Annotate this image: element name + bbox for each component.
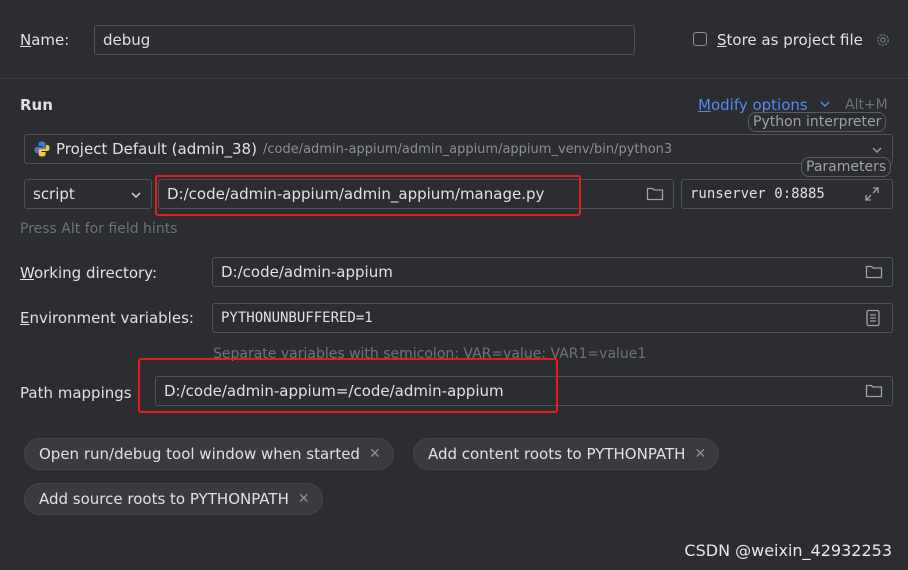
annotation-box-path-mappings [138, 358, 558, 413]
interpreter-name: Project Default (admin_38) [56, 140, 257, 158]
folder-icon[interactable] [865, 383, 883, 399]
folder-icon[interactable] [646, 186, 664, 202]
tooltip-python-interpreter: Python interpreter [748, 112, 887, 132]
python-icon [34, 141, 50, 157]
working-directory-input[interactable]: D:/code/admin-appium [212, 257, 893, 287]
run-section-title: Run [20, 96, 53, 114]
field-hints-text: Press Alt for field hints [20, 221, 178, 237]
option-chip-open-tool-window[interactable]: Open run/debug tool window when started ✕ [24, 438, 394, 470]
option-chip-add-content-roots[interactable]: Add content roots to PYTHONPATH ✕ [413, 438, 720, 470]
watermark: CSDN @weixin_42932253 [684, 541, 892, 560]
name-label: Name: [20, 31, 70, 49]
parameters-input[interactable]: runserver 0:8885 [681, 179, 893, 209]
environment-variables-input[interactable]: PYTHONUNBUFFERED=1 [212, 303, 893, 333]
script-type-select[interactable]: script [24, 179, 152, 209]
path-mappings-label: Path mappings [20, 384, 132, 402]
modify-options-shortcut: Alt+M [845, 97, 888, 113]
environment-variables-label: Environment variables: [20, 309, 194, 327]
gear-icon[interactable] [874, 31, 892, 49]
option-chip-add-source-roots[interactable]: Add source roots to PYTHONPATH ✕ [24, 483, 323, 515]
working-directory-label: Working directory: [20, 264, 158, 282]
separator [0, 78, 908, 79]
close-icon[interactable]: ✕ [369, 446, 381, 462]
store-as-project-file-label[interactable]: Store as project file [717, 31, 863, 49]
folder-icon[interactable] [865, 264, 883, 280]
expand-icon[interactable] [863, 185, 881, 203]
close-icon[interactable]: ✕ [694, 446, 706, 462]
chevron-down-icon [820, 101, 830, 108]
interpreter-path: /code/admin-appium/admin_appium/appium_v… [262, 141, 673, 157]
name-input[interactable]: debug [94, 25, 635, 55]
chevron-down-icon [131, 192, 141, 198]
edit-list-icon[interactable] [865, 309, 881, 327]
chevron-down-icon [872, 147, 882, 153]
tooltip-parameters: Parameters [801, 157, 892, 177]
close-icon[interactable]: ✕ [298, 491, 310, 507]
store-as-project-file-checkbox[interactable] [693, 32, 707, 46]
annotation-box-script [155, 175, 581, 216]
interpreter-select[interactable]: Project Default (admin_38) /code/admin-a… [24, 134, 893, 164]
